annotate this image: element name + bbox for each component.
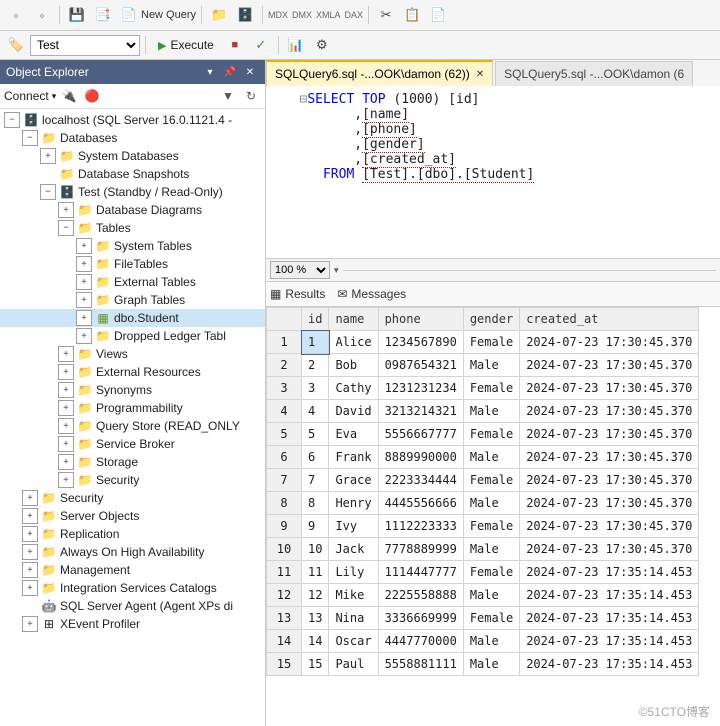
col-rownum[interactable] <box>267 308 302 331</box>
graphtables-node[interactable]: +📁Graph Tables <box>0 291 265 309</box>
tab-active[interactable]: SQLQuery6.sql -...OOK\damon (62)) ✕ <box>266 60 493 86</box>
mgmt-node[interactable]: +📁Management <box>0 561 265 579</box>
folder-icon[interactable]: 📁 <box>207 3 231 27</box>
close-icon[interactable]: ✕ <box>476 69 484 80</box>
xevent-node[interactable]: +⊞XEvent Profiler <box>0 615 265 633</box>
security-node[interactable]: +📁Security <box>0 489 265 507</box>
save-all-icon[interactable]: 📑 <box>91 3 115 27</box>
save-icon[interactable]: 💾 <box>65 3 89 27</box>
oe-disc-icon[interactable]: 🔴 <box>82 86 102 106</box>
msg-icon: ✉ <box>337 287 347 301</box>
table-row[interactable]: 1010Jack7778889999Male2024-07-23 17:30:4… <box>267 538 699 561</box>
lang-badges: MDXDMXXMLADAX <box>268 10 363 20</box>
exttables-node[interactable]: +📁External Tables <box>0 273 265 291</box>
stop-button[interactable]: ■ <box>223 33 247 57</box>
filetables-node[interactable]: +📁FileTables <box>0 255 265 273</box>
snap-node[interactable]: 📁Database Snapshots <box>0 165 265 183</box>
col-id[interactable]: id <box>302 308 329 331</box>
oe-dropdown-icon[interactable]: ▾ <box>201 63 219 81</box>
db-select-icon[interactable]: 🏷️ <box>4 33 28 57</box>
messages-tab[interactable]: ✉Messages <box>337 287 406 301</box>
oe-conn-icon[interactable]: 🔌 <box>59 86 79 106</box>
table-row[interactable]: 77Grace2223334444Female2024-07-23 17:30:… <box>267 469 699 492</box>
storage-node[interactable]: +📁Storage <box>0 453 265 471</box>
results-grid[interactable]: idnamephonegendercreated_at11Alice123456… <box>266 307 720 726</box>
options-icon[interactable]: ⚙ <box>310 33 334 57</box>
table-row[interactable]: 1515Paul5558881111Male2024-07-23 17:35:1… <box>267 653 699 676</box>
diagrams-node[interactable]: +📁Database Diagrams <box>0 201 265 219</box>
new-query-label[interactable]: New Query <box>141 9 196 21</box>
col-name[interactable]: name <box>329 308 378 331</box>
oe-connect-bar: Connect ▾ 🔌 🔴 ▼ ↻ <box>0 84 265 109</box>
sql-editor[interactable]: ⊟SELECT TOP (1000) [id] ,[name] ,[phone]… <box>266 86 720 259</box>
col-gender[interactable]: gender <box>463 308 519 331</box>
agent-node[interactable]: 🤖SQL Server Agent (Agent XPs di <box>0 597 265 615</box>
oe-close-icon[interactable]: ✕ <box>241 63 259 81</box>
results-tabs: ▦Results ✉Messages <box>266 282 720 307</box>
paste-icon[interactable]: 📄 <box>426 3 450 27</box>
col-phone[interactable]: phone <box>378 308 463 331</box>
syn-node[interactable]: +📁Synonyms <box>0 381 265 399</box>
table-row[interactable]: 88Henry4445556666Male2024-07-23 17:30:45… <box>267 492 699 515</box>
db-icon[interactable]: 🗄️ <box>233 3 257 27</box>
systables-node[interactable]: +📁System Tables <box>0 237 265 255</box>
dropped-node[interactable]: +📁Dropped Ledger Tabl <box>0 327 265 345</box>
testdb-node[interactable]: −🗄️Test (Standby / Read-Only) <box>0 183 265 201</box>
copy-icon[interactable]: 📋 <box>400 3 424 27</box>
oe-pin-icon[interactable]: 📌 <box>221 63 239 81</box>
execute-button[interactable]: ▶ Execute <box>151 35 221 55</box>
oe-refresh-icon[interactable]: ↻ <box>241 86 261 106</box>
table-row[interactable]: 1111Lily1114447777Female2024-07-23 17:35… <box>267 561 699 584</box>
prog-node[interactable]: +📁Programmability <box>0 399 265 417</box>
database-select[interactable]: Test <box>30 35 140 56</box>
new-query-button[interactable]: 📄 <box>117 3 141 27</box>
nav-back-icon[interactable]: ◦ <box>4 3 28 27</box>
isc-node[interactable]: +📁Integration Services Catalogs <box>0 579 265 597</box>
securitydb-node[interactable]: +📁Security <box>0 471 265 489</box>
col-created_at[interactable]: created_at <box>520 308 699 331</box>
watermark: ©51CTO博客 <box>639 703 710 720</box>
object-explorer: Object Explorer ▾ 📌 ✕ Connect ▾ 🔌 🔴 ▼ ↻ … <box>0 60 266 726</box>
oe-titlebar: Object Explorer ▾ 📌 ✕ <box>0 60 265 84</box>
query-toolbar: 🏷️ Test ▶ Execute ■ ✓ 📊 ⚙ <box>0 31 720 60</box>
table-row[interactable]: 55Eva5556667777Female2024-07-23 17:30:45… <box>267 423 699 446</box>
table-row[interactable]: 1212Mike2225558888Male2024-07-23 17:35:1… <box>267 584 699 607</box>
results-tab[interactable]: ▦Results <box>270 287 325 301</box>
table-row[interactable]: 1414Oscar4447770000Male2024-07-23 17:35:… <box>267 630 699 653</box>
table-row[interactable]: 11Alice1234567890Female2024-07-23 17:30:… <box>267 331 699 354</box>
oe-filter-icon[interactable]: ▼ <box>218 86 238 106</box>
parse-button[interactable]: ✓ <box>249 33 273 57</box>
server-node[interactable]: −🗄️localhost (SQL Server 16.0.1121.4 - <box>0 111 265 129</box>
extres-node[interactable]: +📁External Resources <box>0 363 265 381</box>
play-icon: ▶ <box>158 39 166 52</box>
table-row[interactable]: 33Cathy1231231234Female2024-07-23 17:30:… <box>267 377 699 400</box>
table-row[interactable]: 1313Nina3336669999Female2024-07-23 17:35… <box>267 607 699 630</box>
zoom-select[interactable]: 100 % <box>270 261 330 279</box>
sysdb-node[interactable]: +📁System Databases <box>0 147 265 165</box>
repl-node[interactable]: +📁Replication <box>0 525 265 543</box>
databases-node[interactable]: −📁Databases <box>0 129 265 147</box>
oe-tree[interactable]: −🗄️localhost (SQL Server 16.0.1121.4 - −… <box>0 109 265 726</box>
table-row[interactable]: 66Frank8889990000Male2024-07-23 17:30:45… <box>267 446 699 469</box>
plan-icon[interactable]: 📊 <box>284 33 308 57</box>
editor-tabs: SQLQuery6.sql -...OOK\damon (62)) ✕ SQLQ… <box>266 60 720 86</box>
tables-node[interactable]: −📁Tables <box>0 219 265 237</box>
views-node[interactable]: +📁Views <box>0 345 265 363</box>
cut-icon[interactable]: ✂ <box>374 3 398 27</box>
sbroker-node[interactable]: +📁Service Broker <box>0 435 265 453</box>
serverobj-node[interactable]: +📁Server Objects <box>0 507 265 525</box>
qstore-node[interactable]: +📁Query Store (READ_ONLY <box>0 417 265 435</box>
dbo-student-node[interactable]: +▦dbo.Student <box>0 309 265 327</box>
zoom-bar: 100 % ▾ <box>266 259 720 282</box>
top-toolbar: ◦ ◦ 💾 📑 📄 New Query 📁 🗄️ MDXDMXXMLADAX ✂… <box>0 0 720 31</box>
table-row[interactable]: 44David3213214321Male2024-07-23 17:30:45… <box>267 400 699 423</box>
tab-other[interactable]: SQLQuery5.sql -...OOK\damon (6 <box>495 61 693 86</box>
table-row[interactable]: 22Bob0987654321Male2024-07-23 17:30:45.3… <box>267 354 699 377</box>
table-row[interactable]: 99Ivy1112223333Female2024-07-23 17:30:45… <box>267 515 699 538</box>
nav-fwd-icon[interactable]: ◦ <box>30 3 54 27</box>
grid-icon: ▦ <box>270 287 281 301</box>
aoha-node[interactable]: +📁Always On High Availability <box>0 543 265 561</box>
